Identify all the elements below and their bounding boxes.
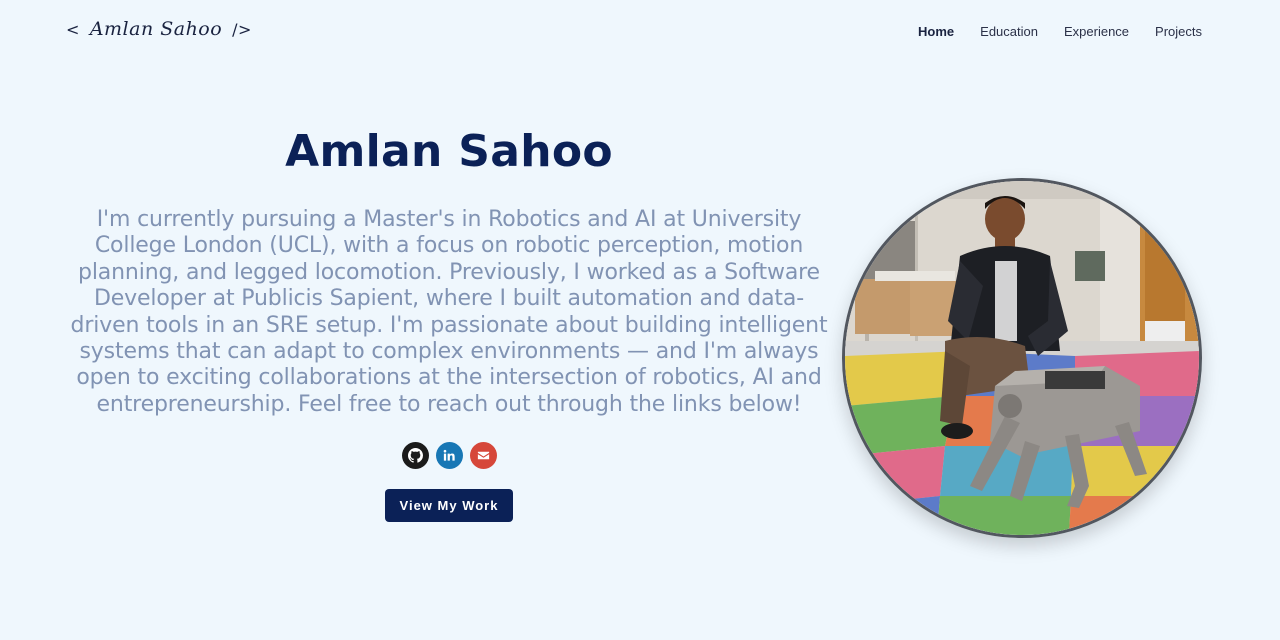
hero-bio: I'm currently pursuing a Master's in Rob…: [70, 207, 828, 417]
logo[interactable]: < Amlan Sahoo />: [66, 18, 252, 40]
profile-photo: [842, 178, 1202, 538]
social-links: [64, 442, 834, 470]
nav-education[interactable]: Education: [980, 24, 1038, 39]
view-my-work-button[interactable]: View My Work: [384, 489, 514, 523]
nav-experience[interactable]: Experience: [1064, 24, 1129, 39]
nav-projects[interactable]: Projects: [1155, 24, 1202, 39]
github-icon: [407, 448, 423, 463]
email-link[interactable]: [469, 442, 497, 470]
envelope-icon: [477, 452, 489, 460]
nav-home[interactable]: Home: [918, 24, 954, 39]
main-nav: Home Education Experience Projects: [918, 24, 1202, 39]
hero-name: Amlan Sahoo: [285, 126, 613, 177]
logo-open-bracket: <: [66, 20, 80, 39]
linkedin-icon: [443, 450, 455, 461]
logo-close-bracket: />: [232, 20, 252, 39]
logo-signature: Amlan Sahoo: [89, 18, 223, 40]
profile-photo-illustration: [845, 181, 1199, 535]
hero-text: Amlan Sahoo I'm currently pursuing a Mas…: [64, 126, 834, 523]
linkedin-link[interactable]: [435, 442, 463, 470]
github-link[interactable]: [401, 442, 429, 470]
